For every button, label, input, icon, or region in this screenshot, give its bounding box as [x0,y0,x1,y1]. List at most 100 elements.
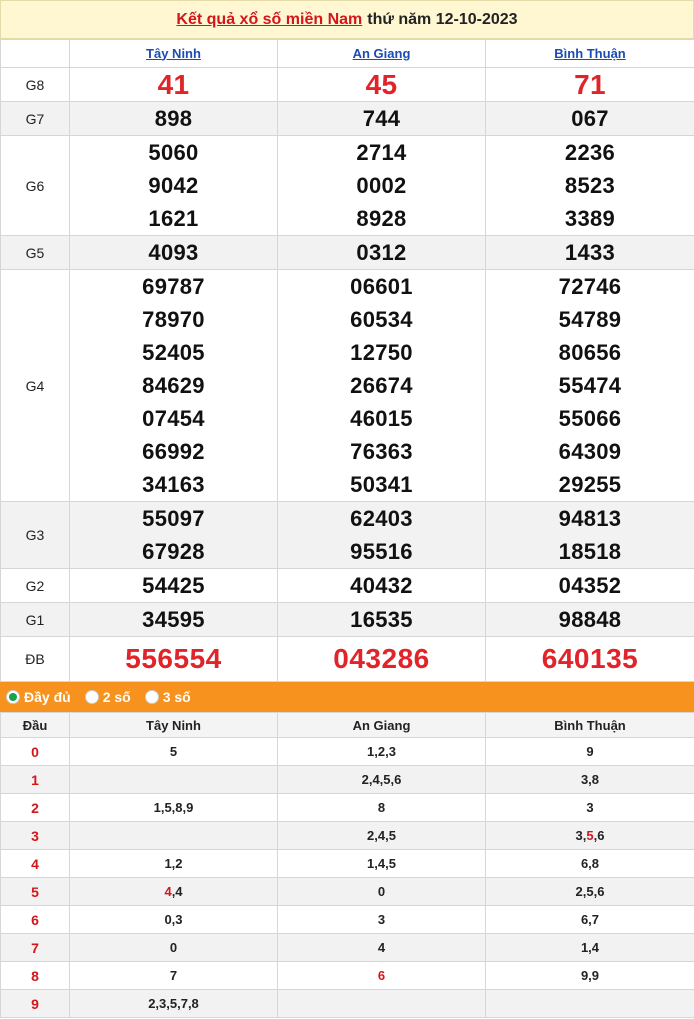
radio-icon[interactable] [6,690,20,704]
prize-cell: 744 [277,101,486,136]
loto-cell: 2,5,6 [485,877,694,906]
prize-number: 8928 [356,206,407,231]
prize-number: 043286 [333,643,430,674]
prize-number: 76363 [350,439,413,464]
radio-icon[interactable] [84,690,99,704]
prize-number: 9042 [148,173,199,198]
prize-number: 0002 [356,173,407,198]
prize-label: G7 [0,101,70,136]
prize-row-2: G6 5060 9042 1621 2714 0002 8928 2236 8523 3389 [0,135,694,236]
prize-row-5: G3 55097 67928 62403 95516 94813 18518 [0,501,694,569]
province-link-tay-ninh[interactable]: Tây Ninh [146,46,201,61]
prize-cell: 41 [69,67,278,102]
loto-tail-digits: ,6 [593,828,605,843]
loto-row: 6 0,3 3 6,7 [0,905,694,934]
prize-number: 45 [365,69,398,100]
loto-cell: 1,2 [69,849,278,878]
prize-number: 52405 [142,340,205,365]
prize-label: G1 [0,602,70,637]
prize-number: 5060 [148,140,199,165]
prize-cell: 69787 78970 52405 84629 07454 66992 34163 [69,269,278,502]
prize-number: 50341 [350,472,413,497]
loto-tail-digits: 5 [586,828,594,843]
loto-head-digit: 2 [0,793,70,822]
page-title: Kết quả xổ số miền Nam thứ năm 12-10-202… [0,0,694,39]
province-link-an-giang[interactable]: An Giang [353,46,411,61]
display-options-bar: Đầy đủ 2 số 3 số [0,682,694,712]
prize-cell: 72746 54789 80656 55474 55066 64309 29255 [485,269,694,502]
prize-cell: 98848 [485,602,694,637]
title-link[interactable]: Kết quả xổ số miền Nam [176,11,362,29]
prize-label: ĐB [0,636,70,682]
loto-cell: 1,5,8,9 [69,793,278,822]
prize-number: 46015 [350,406,413,431]
loto-head-digit: 4 [0,849,70,878]
prize-number: 2714 [356,140,407,165]
loto-tail-digits: 0 [169,940,178,955]
prize-cell: 06601 60534 12750 26674 46015 76363 50341 [277,269,486,502]
loto-cell: 0 [277,877,486,906]
loto-tail-digits: 3, [575,828,587,843]
prize-cell: 54425 [69,568,278,603]
prize-row-7: G1 34595 16535 98848 [0,602,694,637]
loto-tail-digits: 1,2 [164,856,183,871]
loto-cell: 1,4 [485,933,694,962]
radio-icon[interactable] [144,690,159,704]
prize-cell: 04352 [485,568,694,603]
loto-tail-digits: 4 [164,884,172,899]
prize-number: 26674 [350,373,413,398]
prize-label: G6 [0,135,70,236]
loto-tail-digits: 0,3 [164,912,183,927]
loto-cell: 0 [69,933,278,962]
loto-tail-digits: 3 [377,912,386,927]
loto-cell: 3 [485,793,694,822]
loto-tail-digits: 6 [377,968,386,983]
loto-cell: 1,4,5 [277,849,486,878]
prize-cell: 34595 [69,602,278,637]
prize-label: G4 [0,269,70,502]
loto-cell: 6,7 [485,905,694,934]
prize-label: G2 [0,568,70,603]
prize-number: 04352 [558,573,622,598]
loto-row: 1 2,4,5,6 3,8 [0,765,694,794]
loto-cell: 2,3,5,7,8 [69,989,278,1018]
loto-head-digit: 6 [0,905,70,934]
prize-cell: 0312 [277,235,486,270]
prize-label: G3 [0,501,70,569]
prize-number: 64309 [558,439,622,464]
prize-number: 95516 [350,539,413,564]
prize-number: 40432 [350,573,413,598]
prize-cell: 2714 0002 8928 [277,135,486,236]
loto-tail-digits: 7 [169,968,178,983]
results-table: Tây Ninh An Giang Bình Thuận G8 41 45 71 G7 8… [0,39,694,682]
loto-header-head: Đầu [0,712,70,738]
prize-number: 16535 [350,607,413,632]
display-option-2[interactable]: 3 số [144,689,191,705]
province-link-binh-thuan[interactable]: Bình Thuận [554,46,626,61]
loto-tail-digits: 2,4,5,6 [361,772,402,787]
prize-number: 744 [362,106,401,131]
loto-cell: 5 [69,737,278,766]
loto-cell: 3,5,6 [485,821,694,850]
display-option-1[interactable]: 2 số [84,689,131,705]
loto-cell [69,765,278,794]
loto-cell: 2,4,5,6 [277,765,486,794]
loto-tail-digits: ,4 [171,884,183,899]
prize-cell: 898 [69,101,278,136]
prize-cell: 16535 [277,602,486,637]
prize-number: 556554 [125,643,222,674]
display-option-0[interactable]: Đầy đủ [6,689,71,705]
loto-cell: 1,2,3 [277,737,486,766]
prize-number: 07454 [142,406,205,431]
loto-cell: 4 [277,933,486,962]
prize-cell: 640135 [485,636,694,682]
prize-row-3: G5 4093 0312 1433 [0,235,694,270]
loto-tail-digits: 8 [377,800,386,815]
prize-cell: 1433 [485,235,694,270]
loto-row: 4 1,2 1,4,5 6,8 [0,849,694,878]
loto-cell: 6 [277,961,486,990]
prize-number: 1621 [148,206,199,231]
loto-tail-digits: 2,3,5,7,8 [148,996,199,1011]
loto-header-binh-thuan: Bình Thuận [485,712,694,738]
display-option-label: Đầy đủ [24,689,71,705]
